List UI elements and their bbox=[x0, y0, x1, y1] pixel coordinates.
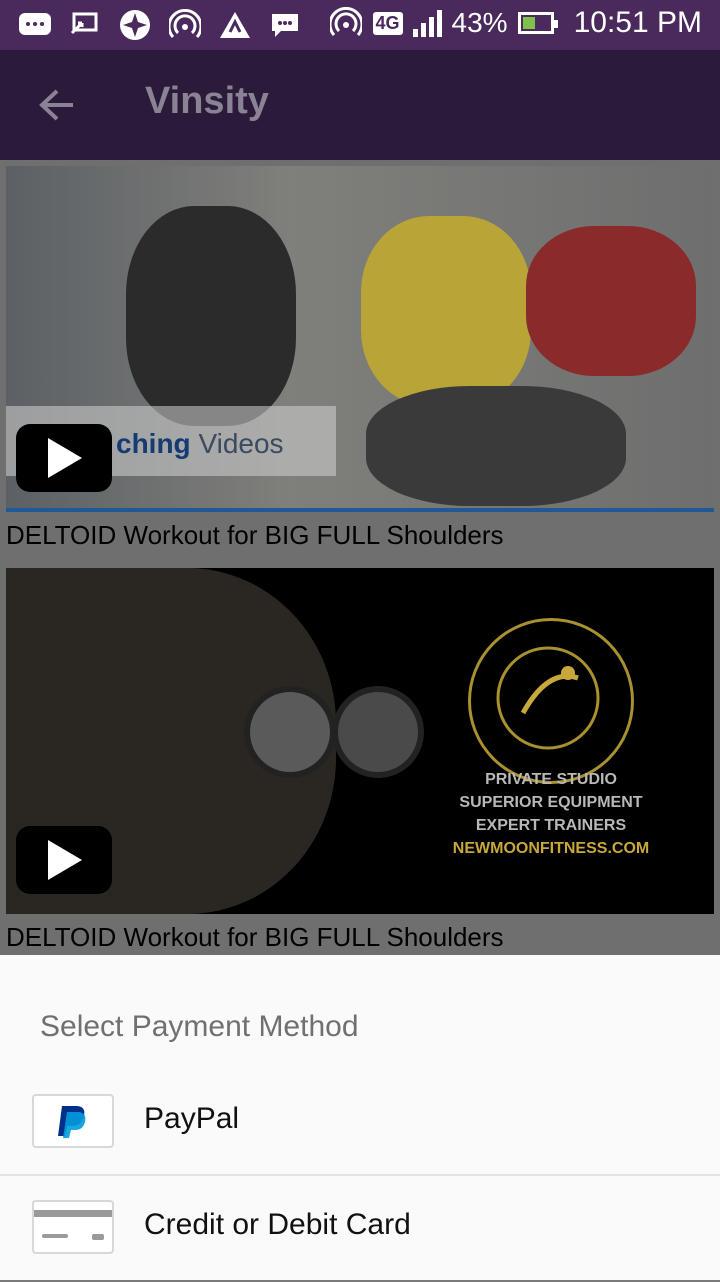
promo-line: SUPERIOR EQUIPMENT bbox=[459, 794, 643, 811]
video-thumbnail[interactable]: ching Videos bbox=[6, 166, 714, 512]
video-thumbnail[interactable]: PRIVATE STUDIO SUPERIOR EQUIPMENT EXPERT… bbox=[6, 568, 714, 914]
trainer-figure bbox=[126, 206, 296, 426]
network-type: 4G bbox=[372, 11, 403, 35]
play-button[interactable] bbox=[16, 826, 112, 894]
woman-figure bbox=[361, 216, 531, 406]
new-moon-fitness-logo bbox=[468, 618, 634, 784]
promo-website: NEWMOONFITNESS.COM bbox=[452, 840, 650, 857]
back-button[interactable] bbox=[32, 80, 82, 130]
payment-option-card[interactable]: Credit or Debit Card bbox=[0, 1176, 720, 1282]
battery-percent: 43% bbox=[451, 7, 508, 38]
video-feed: ching Videos DELTOID Workout for BIG FUL… bbox=[0, 160, 720, 955]
payment-method-sheet: Select Payment Method PayPal Credit or D… bbox=[0, 955, 720, 1280]
dumbbell-plate bbox=[332, 686, 424, 778]
overlay-text: ching Videos bbox=[116, 428, 284, 459]
payment-option-label: Credit or Debit Card bbox=[144, 1208, 411, 1241]
notification-icons bbox=[18, 8, 302, 42]
message-icon bbox=[18, 8, 52, 42]
paypal-icon bbox=[32, 1094, 114, 1148]
app-bar: Vinsity bbox=[0, 50, 720, 160]
cast-icon bbox=[68, 8, 102, 42]
play-button[interactable] bbox=[16, 424, 112, 492]
dumbbell-plate bbox=[244, 686, 336, 778]
video-card[interactable]: PRIVATE STUDIO SUPERIOR EQUIPMENT EXPERT… bbox=[6, 568, 714, 962]
compass-star-icon bbox=[118, 8, 152, 42]
progress-underline bbox=[6, 508, 714, 512]
play-icon bbox=[48, 438, 82, 478]
app-title: Vinsity bbox=[145, 80, 269, 122]
system-status: 4G 43% 10:51 PM bbox=[329, 6, 702, 40]
battery-icon bbox=[517, 12, 558, 34]
payment-option-paypal[interactable]: PayPal bbox=[0, 1070, 720, 1176]
status-bar: 4G 43% 10:51 PM bbox=[0, 0, 720, 50]
play-icon bbox=[48, 840, 82, 880]
warning-icon bbox=[218, 8, 252, 42]
sheet-title: Select Payment Method bbox=[40, 1010, 359, 1043]
promo-line: EXPERT TRAINERS bbox=[475, 817, 627, 834]
arrow-left-icon bbox=[39, 89, 73, 121]
coach-figure bbox=[526, 226, 696, 376]
chat-bubble-icon bbox=[268, 8, 302, 42]
promo-text: PRIVATE STUDIO SUPERIOR EQUIPMENT EXPERT… bbox=[426, 768, 676, 860]
video-card[interactable]: ching Videos DELTOID Workout for BIG FUL… bbox=[6, 166, 714, 560]
hotspot-icon bbox=[168, 8, 202, 42]
hotspot-icon bbox=[329, 6, 363, 40]
clock: 10:51 PM bbox=[573, 6, 702, 39]
promo-line: PRIVATE STUDIO bbox=[485, 771, 617, 788]
signal-icon bbox=[412, 9, 442, 37]
credit-card-icon bbox=[32, 1200, 114, 1254]
payment-option-label: PayPal bbox=[144, 1102, 240, 1135]
video-title[interactable]: DELTOID Workout for BIG FULL Shoulders bbox=[6, 512, 714, 560]
legs-figure bbox=[366, 386, 626, 506]
